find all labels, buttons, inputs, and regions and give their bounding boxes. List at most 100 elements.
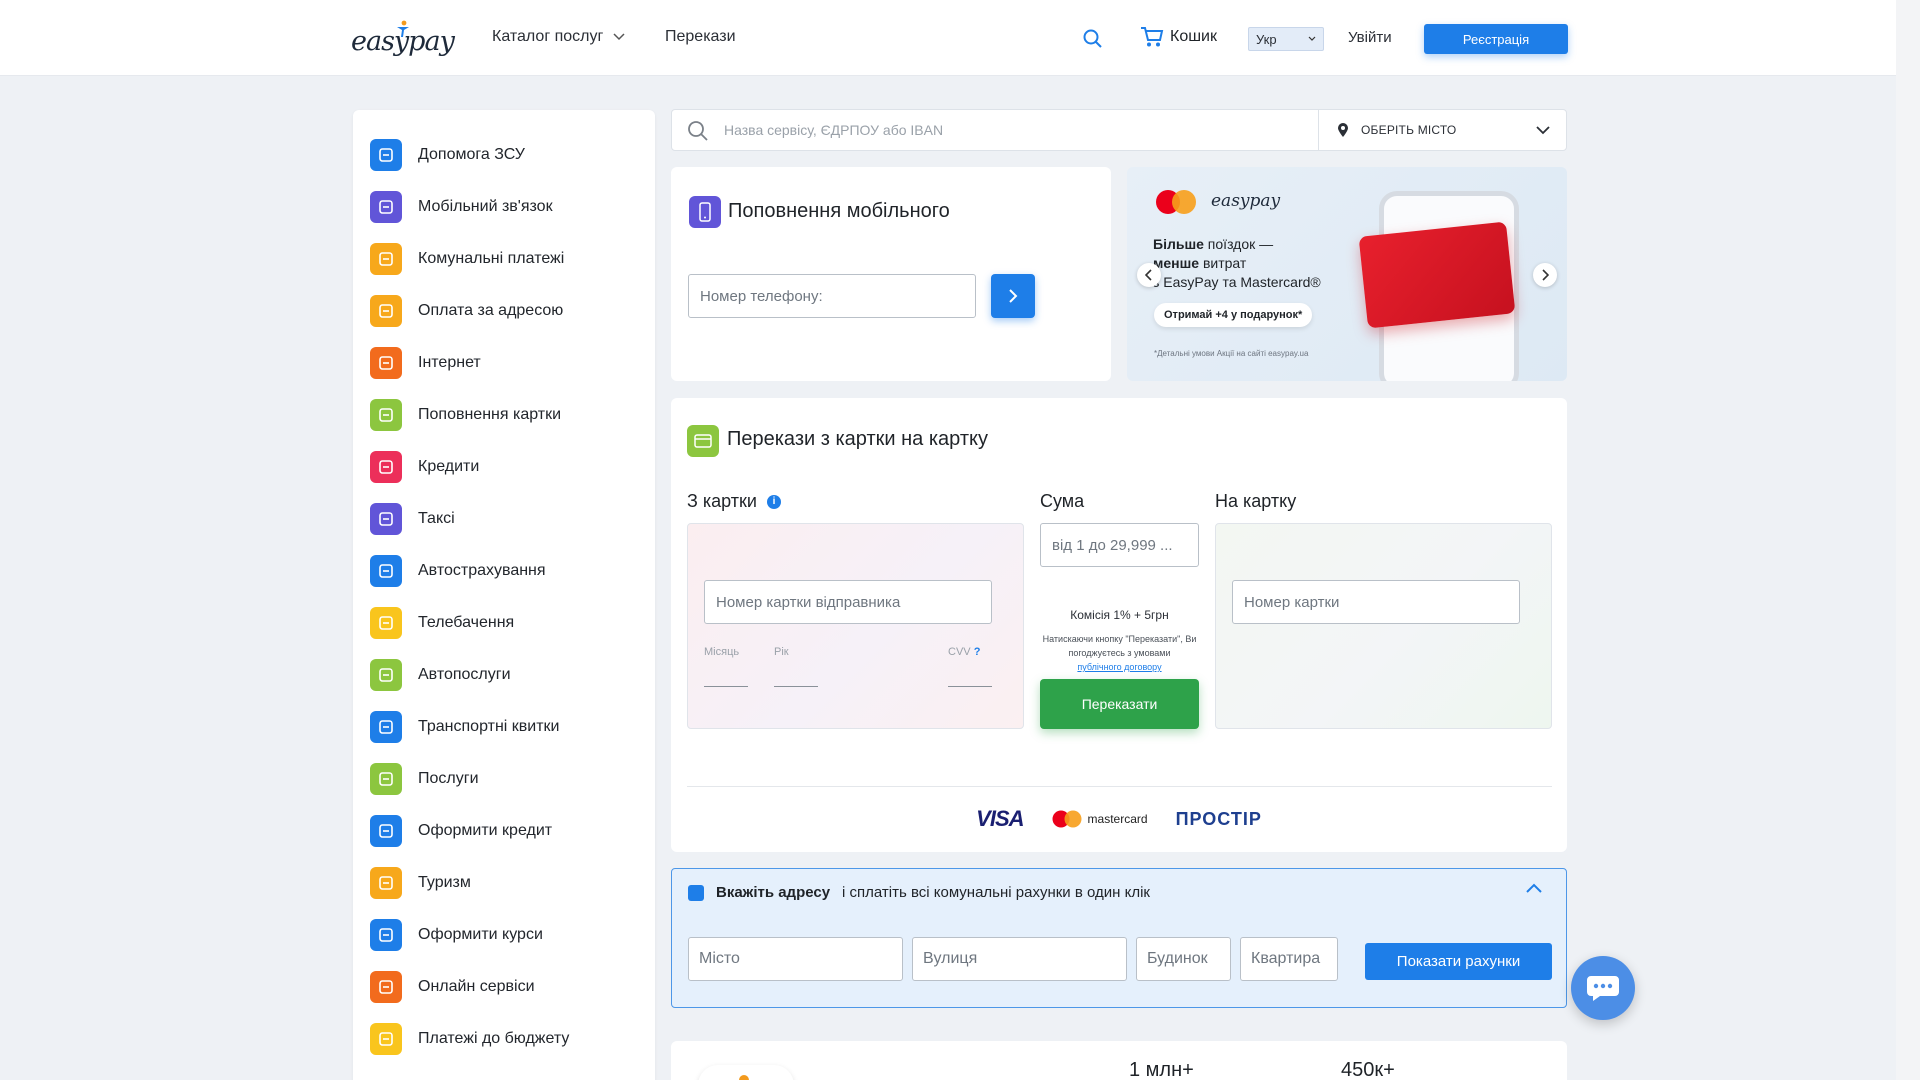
mastercard-logo: mastercard: [1052, 810, 1148, 828]
sidebar-item[interactable]: Комунальні платежі: [370, 242, 564, 276]
bus-icon: [370, 711, 402, 743]
card-transfer-title: Перекази з картки на картку: [727, 428, 988, 450]
to-card-label: На картку: [1215, 491, 1297, 511]
city-select[interactable]: ОБЕРІТЬ МІСТО: [1318, 110, 1568, 150]
search-icon[interactable]: [1082, 28, 1104, 50]
globe-icon: [370, 347, 402, 379]
expiry-month-label: Місяць: [704, 646, 740, 658]
sidebar-item[interactable]: Допомога ЗСУ: [370, 138, 525, 172]
house-input[interactable]: [1136, 937, 1231, 981]
chevron-up-icon[interactable]: [1526, 883, 1542, 893]
phone-number-input[interactable]: [688, 274, 976, 318]
sidebar-item-label: Телебачення: [418, 614, 515, 631]
sidebar-item[interactable]: Послуги: [370, 762, 479, 796]
transfer-submit-button[interactable]: Переказати: [1040, 679, 1199, 729]
chat-button[interactable]: [1571, 956, 1635, 1020]
chevron-left-icon: [1145, 269, 1152, 281]
recipient-card-number-input[interactable]: [1232, 580, 1520, 624]
budget-icon: [370, 1023, 402, 1055]
sidebar-item-label: Оформити кредит: [418, 822, 553, 839]
sidebar-item-label: Оформити курси: [418, 926, 543, 943]
sidebar-item-label: Платежі до бюджету: [418, 1030, 570, 1047]
language-select[interactable]: Укр: [1248, 27, 1324, 51]
sidebar-item-label: Автострахування: [418, 562, 546, 579]
banner-headline: Більше поїздок — менше витрат з EasyPay …: [1153, 236, 1321, 290]
chevron-down-icon: [1536, 125, 1550, 134]
sidebar-item[interactable]: Мобільний зв'язок: [370, 190, 553, 224]
city-input[interactable]: [688, 937, 903, 981]
sidebar-item-label: Мобільний зв'язок: [418, 198, 553, 215]
puzzle-icon: [370, 763, 402, 795]
catalog-menu[interactable]: Каталог послуг: [492, 28, 625, 46]
public-contract-link[interactable]: публічного договору: [1077, 662, 1161, 672]
address-payment-panel: Вкажіть адресу і сплатіть всі комунальні…: [671, 868, 1567, 1008]
sidebar-item[interactable]: Оплата за адресою: [370, 294, 563, 328]
register-button[interactable]: Реєстрація: [1424, 24, 1568, 54]
sidebar-item[interactable]: Інтернет: [370, 346, 481, 380]
transfers-link[interactable]: Перекази: [665, 28, 736, 46]
card-icon: [370, 399, 402, 431]
sidebar-item[interactable]: Транспортні квитки: [370, 710, 559, 744]
cvv-field[interactable]: [948, 686, 992, 687]
phone-icon: [689, 196, 721, 228]
sidebar-item[interactable]: Таксі: [370, 502, 455, 536]
military-help-icon: [370, 139, 402, 171]
chevron-right-icon: [1009, 289, 1018, 303]
header: easypay Каталог послуг Перекази Кошик Ук…: [0, 0, 1920, 76]
sidebar-item-label: Транспортні квитки: [418, 718, 560, 735]
service-search-input[interactable]: [724, 110, 1324, 150]
show-bills-button[interactable]: Показати рахунки: [1365, 943, 1552, 980]
divider: [687, 786, 1552, 787]
logo-man-icon: [397, 20, 409, 37]
easypay-logo[interactable]: easypay: [351, 20, 455, 60]
search-icon: [688, 121, 708, 141]
stats-logo-dot: [739, 1075, 749, 1080]
bank-icon: [370, 451, 402, 483]
sidebar-item[interactable]: Кредити: [370, 450, 479, 484]
apartment-input[interactable]: [1240, 937, 1338, 981]
phone-icon: [370, 191, 402, 223]
cart-button[interactable]: Кошик: [1140, 26, 1217, 48]
service-sidebar: Допомога ЗСУ Мобільний зв'язок Комунальні …: [353, 110, 655, 1080]
mobile-topup-card: Поповнення мобільного: [671, 167, 1111, 381]
cvv-label: CVV ?: [948, 646, 981, 658]
mastercard-circles-icon: [1052, 810, 1082, 828]
banner-next-button[interactable]: [1533, 263, 1557, 287]
mastercard-logo-icon: [1156, 190, 1196, 214]
expiry-year-field[interactable]: [774, 686, 818, 687]
banner-terms: *Детальні умови Акції на сайті easypay.u…: [1154, 349, 1309, 358]
sidebar-item[interactable]: Автострахування: [370, 554, 546, 588]
language-value: Укр: [1256, 31, 1277, 47]
visa-logo: VISA: [976, 806, 1024, 831]
prostir-logo: ПРОСТІР: [1175, 808, 1262, 829]
mobile-topup-submit-button[interactable]: [991, 274, 1035, 318]
sender-card-number-input[interactable]: [704, 580, 992, 624]
scrollbar-track[interactable]: [1896, 0, 1920, 1080]
banner-easypay-logo: easypay: [1211, 191, 1281, 211]
monitor-icon: [370, 971, 402, 1003]
recipient-card-form: [1215, 523, 1552, 729]
expiry-year-label: Рік: [774, 646, 789, 658]
promo-banner[interactable]: easypay Більше поїздок — менше витрат з …: [1127, 167, 1567, 381]
car-insurance-icon: [370, 555, 402, 587]
bulb-icon: [370, 243, 402, 275]
sidebar-item[interactable]: Автопослуги: [370, 658, 511, 692]
info-icon[interactable]: i: [766, 494, 781, 509]
sidebar-item[interactable]: Онлайн сервіси: [370, 970, 535, 1004]
sidebar-item[interactable]: Туризм: [370, 866, 471, 900]
home-icon: [688, 885, 704, 901]
sidebar-item-label: Оплата за адресою: [418, 302, 564, 319]
sidebar-item[interactable]: Платежі до бюджету: [370, 1022, 569, 1056]
street-input[interactable]: [912, 937, 1127, 981]
sidebar-item[interactable]: Оформити кредит: [370, 814, 552, 848]
stats-section: 1 млн+ 450к+: [671, 1041, 1567, 1080]
payment-system-logos: VISA mastercard ПРОСТІР: [671, 806, 1567, 832]
sidebar-item[interactable]: Телебачення: [370, 606, 514, 640]
transfer-amount-input[interactable]: [1040, 523, 1199, 567]
login-link[interactable]: Увійти: [1348, 29, 1392, 46]
sidebar-item[interactable]: Оформити курси: [370, 918, 543, 952]
banner-prev-button[interactable]: [1137, 263, 1161, 287]
address-panel-title: Вкажіть адресу: [716, 884, 831, 901]
expiry-month-field[interactable]: [704, 686, 748, 687]
sidebar-item[interactable]: Поповнення картки: [370, 398, 561, 432]
